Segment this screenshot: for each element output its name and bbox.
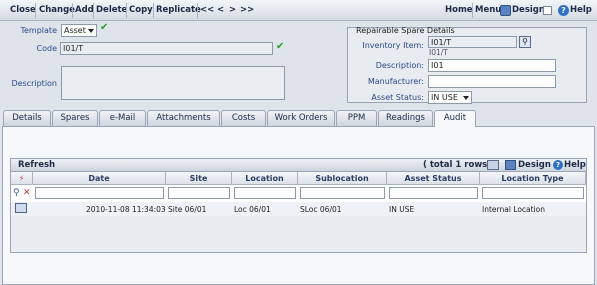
tab-work-orders[interactable]: Work Orders: [267, 110, 335, 126]
chevron-down-icon: [463, 96, 469, 100]
close-button[interactable]: Close: [10, 0, 36, 21]
code-field[interactable]: I01/T: [60, 42, 273, 55]
cell-date: 2010-11-08 11:34:03: [86, 205, 166, 214]
add-button[interactable]: Add: [75, 0, 94, 21]
template-label: Template: [20, 26, 57, 35]
design-icon[interactable]: [500, 5, 511, 16]
toolbar-divider: [93, 3, 94, 18]
toolbar-divider: [126, 3, 127, 18]
filter-sublocation[interactable]: [300, 187, 385, 199]
view-record-icon[interactable]: [15, 203, 27, 213]
check-icon: ✔: [100, 22, 109, 33]
export-icon[interactable]: [487, 160, 499, 170]
nav-next-button[interactable]: >: [229, 0, 236, 21]
description-field[interactable]: [61, 66, 285, 100]
column-header-location[interactable]: Location: [232, 172, 298, 185]
manufacturer-label: Manufacturer:: [367, 77, 424, 86]
nav-first-button[interactable]: <<: [200, 0, 214, 21]
tab-bar: Details Spares e-Mail Attachments Costs …: [0, 110, 597, 127]
description-label: Description: [11, 79, 57, 88]
tab-attachments[interactable]: Attachments: [147, 110, 220, 126]
help-button[interactable]: Help: [570, 0, 592, 21]
asset-status-select[interactable]: IN USE: [428, 91, 472, 104]
template-value: Asset: [64, 26, 86, 35]
change-button[interactable]: Change: [39, 0, 75, 21]
tab-audit[interactable]: Audit: [434, 110, 476, 127]
tab-details[interactable]: Details: [3, 110, 51, 126]
filter-location[interactable]: [234, 187, 296, 199]
tab-ppm[interactable]: PPM: [336, 110, 377, 126]
cell-sublocation: SLoc 06/01: [300, 205, 342, 214]
design-checkbox[interactable]: [543, 6, 552, 15]
code-label: Code: [36, 44, 57, 53]
asset-status-label: Asset Status:: [371, 93, 424, 102]
column-header-sublocation[interactable]: Sublocation: [298, 172, 387, 185]
home-button[interactable]: Home: [445, 0, 473, 21]
filter-location-type[interactable]: [482, 187, 584, 199]
filter-asset-status[interactable]: [389, 187, 478, 199]
help-icon[interactable]: ?: [558, 5, 569, 16]
template-select[interactable]: Asset: [61, 24, 97, 37]
tab-costs[interactable]: Costs: [221, 110, 266, 126]
grid-design-button[interactable]: Design: [518, 160, 551, 170]
cell-location-type: Internal Location: [482, 205, 546, 214]
cell-location: Loc 06/01: [234, 205, 271, 214]
chevron-down-icon: [88, 29, 94, 33]
column-header-date[interactable]: Date: [33, 172, 166, 185]
toolbar-divider: [197, 3, 198, 18]
nav-prev-button[interactable]: <: [217, 0, 224, 21]
menu-button[interactable]: Menu: [475, 0, 501, 21]
toolbar-divider: [35, 3, 36, 18]
copy-button[interactable]: Copy: [129, 0, 153, 21]
refresh-button[interactable]: Refresh: [18, 160, 55, 170]
delete-button[interactable]: Delete: [96, 0, 127, 21]
toolbar: Close Change Add Delete Copy Replicate <…: [0, 0, 597, 21]
clear-sort-icon[interactable]: ⚡: [11, 172, 33, 185]
tab-spares[interactable]: Spares: [52, 110, 98, 126]
tab-email[interactable]: e-Mail: [99, 110, 146, 126]
cell-site: Site 06/01: [168, 205, 207, 214]
filter-date[interactable]: [35, 187, 164, 199]
check-icon: ✔: [276, 41, 285, 52]
grid-help-button[interactable]: Help: [564, 160, 586, 170]
inventory-item-label: Inventory Item:: [362, 41, 424, 50]
cell-asset-status: IN USE: [389, 205, 415, 214]
inventory-item-subtext: I01/T: [429, 48, 448, 57]
column-header-site[interactable]: Site: [166, 172, 232, 185]
asset-status-value: IN USE: [431, 93, 458, 102]
grid-empty-area: [11, 216, 586, 252]
toolbar-divider: [72, 3, 73, 18]
repairable-description-field[interactable]: I01: [428, 59, 556, 72]
toolbar-divider: [153, 3, 154, 18]
design-button[interactable]: Design: [512, 0, 545, 21]
filter-site[interactable]: [168, 187, 230, 199]
manufacturer-field[interactable]: [428, 75, 556, 88]
nav-last-button[interactable]: >>: [240, 0, 254, 21]
tab-readings[interactable]: Readings: [378, 110, 433, 126]
replicate-button[interactable]: Replicate: [156, 0, 201, 21]
inventory-item-field[interactable]: I01/T: [428, 36, 517, 48]
filter-icon[interactable]: ⚲: [13, 188, 20, 198]
grid-toolbar: Refresh ( total 1 rows ) Design ? Help: [10, 158, 587, 172]
column-header-location-type[interactable]: Location Type: [480, 172, 586, 185]
clear-filter-icon[interactable]: ✕: [23, 188, 31, 198]
design-icon[interactable]: [505, 160, 516, 170]
lookup-icon[interactable]: ⚲: [519, 36, 531, 48]
toolbar-divider: [472, 3, 473, 18]
rows-info: ( total 1 rows ): [423, 160, 495, 170]
repairable-spare-title: Repairable Spare Details: [356, 26, 455, 35]
repairable-description-label: Description:: [375, 61, 424, 70]
help-icon[interactable]: ?: [553, 160, 563, 170]
column-header-asset-status[interactable]: Asset Status: [387, 172, 480, 185]
